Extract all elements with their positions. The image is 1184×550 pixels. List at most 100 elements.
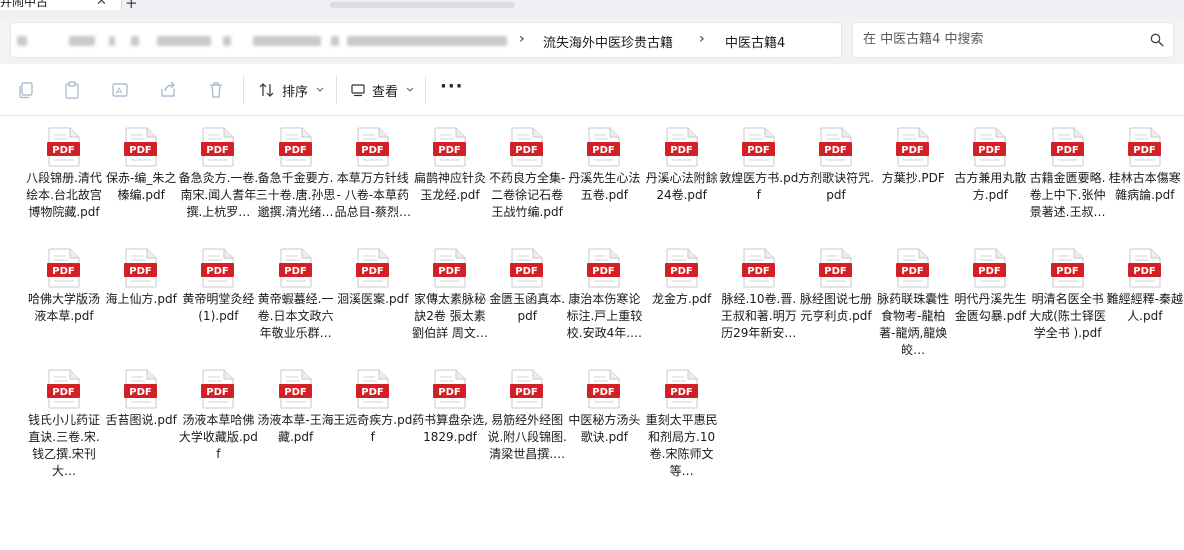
- address-bar[interactable]: › 流失海外中医珍贵古籍 › 中医古籍4: [10, 22, 842, 58]
- pdf-file-icon: PDF: [510, 369, 544, 409]
- file-item[interactable]: PDF 备急千金要方.三十卷.唐.孙思邈撰.清光绪…: [256, 127, 336, 221]
- file-item[interactable]: PDF 汤液本草哈佛大学收藏版.pdf: [178, 369, 258, 463]
- file-item[interactable]: PDF 海上仙方.pdf: [101, 248, 181, 308]
- file-item[interactable]: PDF 药书算盘杂选,1829.pdf: [410, 369, 490, 446]
- file-name: 洄溪医案.pdf: [337, 292, 409, 306]
- file-item[interactable]: PDF 舌苔图说.pdf: [101, 369, 181, 429]
- file-item[interactable]: PDF 黄帝蝦蟇经.一卷.日本文政六年敬业乐群…: [256, 248, 336, 342]
- blurred-tab-area: [330, 2, 515, 8]
- pdf-file-icon: PDF: [664, 369, 698, 409]
- file-item[interactable]: PDF 八段锦册.清代绘本.台北故宫博物院藏.pdf: [24, 127, 104, 221]
- chevron-down-icon: [316, 87, 324, 92]
- file-item[interactable]: PDF 不药良方全集-二卷徐记石卷王战竹编.pdf: [487, 127, 567, 221]
- sort-label: 排序: [282, 84, 309, 100]
- file-name: 丹溪心法附餘 24卷.pdf: [645, 171, 718, 202]
- pdf-file-icon: PDF: [1127, 248, 1161, 288]
- file-item[interactable]: PDF 難經經釋-秦越人.pdf: [1105, 248, 1184, 325]
- file-item[interactable]: PDF 龙金方.pdf: [642, 248, 722, 308]
- file-item[interactable]: PDF 哈佛大学版汤液本草.pdf: [24, 248, 104, 325]
- file-item[interactable]: PDF 方葉抄.PDF: [873, 127, 953, 187]
- file-item[interactable]: PDF 脉药联珠囊性食物考-龍柏著-龍炳,龍焕皎…: [873, 248, 953, 359]
- blurred-path-segment: [17, 36, 27, 46]
- breadcrumb-item[interactable]: 中医古籍4: [725, 32, 785, 51]
- file-item[interactable]: PDF 王远奇疾方.pdf: [333, 369, 413, 446]
- pdf-badge-text: PDF: [979, 266, 1001, 277]
- pdf-file-icon: PDF: [664, 127, 698, 167]
- pdf-badge-text: PDF: [747, 266, 769, 277]
- view-button[interactable]: 查看: [350, 78, 414, 102]
- file-item[interactable]: PDF 本草万方针线 - 八卷-本草药品总目-蔡烈…: [333, 127, 413, 221]
- new-tab-icon[interactable]: +: [125, 0, 138, 12]
- file-item[interactable]: PDF 金匮玉函真本.pdf: [487, 248, 567, 325]
- chevron-down-icon: [406, 87, 414, 92]
- breadcrumb-separator: ›: [519, 31, 525, 47]
- file-item[interactable]: PDF 古方兼用丸散方.pdf: [950, 127, 1030, 204]
- pdf-badge-text: PDF: [52, 266, 74, 277]
- file-item[interactable]: PDF 黄帝明堂灸经(1).pdf: [178, 248, 258, 325]
- pdf-badge-text: PDF: [284, 266, 306, 277]
- file-item[interactable]: PDF 汤液本草-王海藏.pdf: [256, 369, 336, 446]
- pdf-badge-text: PDF: [207, 266, 229, 277]
- address-bar-area: › 流失海外中医珍贵古籍 › 中医古籍4: [0, 18, 1184, 64]
- more-options-icon[interactable]: ···: [440, 76, 464, 97]
- search-input[interactable]: [863, 32, 1143, 47]
- file-item[interactable]: PDF 丹溪先生心法五卷.pdf: [564, 127, 644, 204]
- pdf-file-icon: PDF: [510, 248, 544, 288]
- pdf-file-icon: PDF: [587, 369, 621, 409]
- pdf-badge-text: PDF: [438, 387, 460, 398]
- file-name: 難經經釋-秦越人.pdf: [1106, 292, 1183, 323]
- file-item[interactable]: PDF 明代丹溪先生金匮勾暴.pdf: [950, 248, 1030, 325]
- file-name: 黄帝明堂灸经(1).pdf: [182, 292, 255, 323]
- breadcrumb-item[interactable]: 流失海外中医珍贵古籍: [543, 32, 673, 51]
- pdf-badge-text: PDF: [1056, 266, 1078, 277]
- file-item[interactable]: PDF 敦煌医方书.pdf: [719, 127, 799, 204]
- paste-icon[interactable]: [62, 80, 82, 100]
- file-name: 敦煌医方书.pdf: [719, 171, 799, 202]
- file-item[interactable]: PDF 明清名医全书大成(陈士铎医学全书 ).pdf: [1028, 248, 1108, 342]
- file-item[interactable]: PDF 脉经图说七册元亨利贞.pdf: [796, 248, 876, 325]
- file-item[interactable]: PDF 家傳太素脉秘訣2卷 張太素 劉伯詳 周文…: [410, 248, 490, 342]
- delete-icon[interactable]: [206, 80, 226, 100]
- file-item[interactable]: PDF 洄溪医案.pdf: [333, 248, 413, 308]
- file-item[interactable]: PDF 丹溪心法附餘 24卷.pdf: [642, 127, 722, 204]
- pdf-badge-text: PDF: [901, 266, 923, 277]
- pdf-badge-text: PDF: [824, 266, 846, 277]
- file-name: 本草万方针线 - 八卷-本草药品总目-蔡烈…: [334, 171, 411, 219]
- pdf-file-icon: PDF: [1127, 127, 1161, 167]
- file-item[interactable]: PDF 桂林古本傷寒雜病論.pdf: [1105, 127, 1184, 204]
- file-item[interactable]: PDF 重刻太平惠民和剂局方.10卷.宋陈师文等…: [642, 369, 722, 480]
- file-item[interactable]: PDF 方剂歌诀符咒.pdf: [796, 127, 876, 204]
- rename-icon[interactable]: A: [110, 80, 130, 100]
- search-box[interactable]: [852, 22, 1174, 58]
- file-item[interactable]: PDF 钱氏小儿药证直诀.三卷.宋.钱乙撰.宋刊大…: [24, 369, 104, 480]
- view-label: 查看: [372, 84, 399, 100]
- active-tab[interactable]: 井闹中古 ✕: [0, 0, 122, 10]
- pdf-file-icon: PDF: [664, 248, 698, 288]
- pdf-badge-text: PDF: [515, 266, 537, 277]
- pdf-file-icon: PDF: [587, 127, 621, 167]
- file-item[interactable]: PDF 备急灸方.一卷.南宋.闻人耆年撰.上杭罗…: [178, 127, 258, 221]
- file-item[interactable]: PDF 扁鹊神应针灸玉龙经.pdf: [410, 127, 490, 204]
- file-item[interactable]: PDF 脉经.10卷.晋.王叔和著.明万历29年新安…: [719, 248, 799, 342]
- pdf-file-icon: PDF: [201, 127, 235, 167]
- pdf-badge-text: PDF: [207, 145, 229, 156]
- command-bar: A 排序 查看 ···: [0, 64, 1184, 116]
- search-icon[interactable]: [1150, 33, 1164, 47]
- share-icon[interactable]: [158, 80, 178, 100]
- file-name: 中医秘方汤头歌诀.pdf: [568, 413, 641, 444]
- title-bar: 井闹中古 ✕ +: [0, 0, 1184, 18]
- pdf-file-icon: PDF: [587, 248, 621, 288]
- file-item[interactable]: PDF 保赤-编_朱之榛编.pdf: [101, 127, 181, 204]
- sort-button[interactable]: 排序: [258, 78, 324, 102]
- toolbar-divider: [425, 76, 426, 104]
- pdf-badge-text: PDF: [361, 387, 383, 398]
- file-name: 脉药联珠囊性食物考-龍柏著-龍炳,龍焕皎…: [877, 292, 950, 357]
- file-name: 明清名医全书大成(陈士铎医学全书 ).pdf: [1029, 292, 1106, 340]
- close-tab-icon[interactable]: ✕: [96, 0, 107, 9]
- copy-icon[interactable]: [16, 80, 36, 100]
- file-item[interactable]: PDF 古籍金匮要略.卷上中下.张仲景著述.王叔…: [1028, 127, 1108, 221]
- file-item[interactable]: PDF 中医秘方汤头歌诀.pdf: [564, 369, 644, 446]
- file-item[interactable]: PDF 康治本伤寒论标注.戸上重较校.安政4年.…: [564, 248, 644, 342]
- file-item[interactable]: PDF 易筋经外经图说.附八段锦图.清梁世昌撰.…: [487, 369, 567, 463]
- file-name: 王远奇疾方.pdf: [333, 413, 413, 444]
